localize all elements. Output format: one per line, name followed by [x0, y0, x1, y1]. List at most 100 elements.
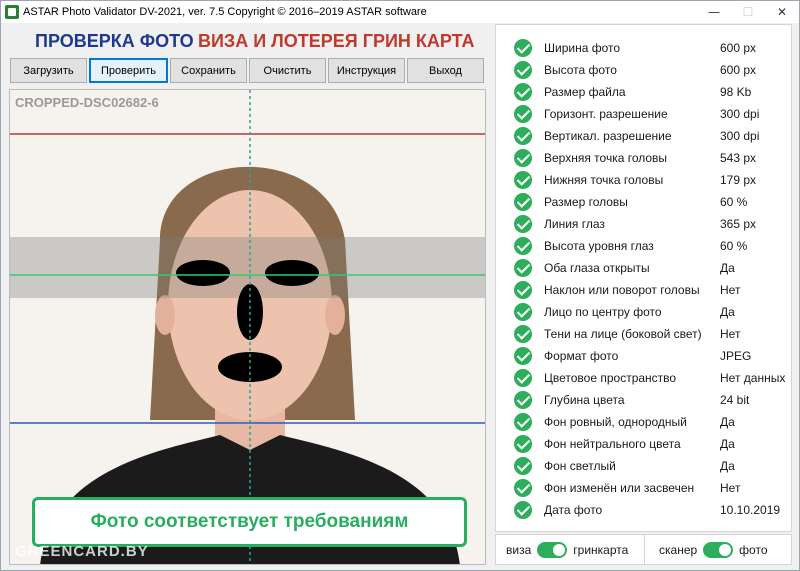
check-value: 60 % — [720, 239, 748, 253]
check-row: Вертикал. разрешение 300 dpi — [496, 125, 791, 147]
source-toggle-group: сканер фото — [645, 535, 768, 564]
check-value: Нет — [720, 481, 741, 495]
check-value: Нет — [720, 283, 741, 297]
check-row: Фон изменён или засвечен Нет — [496, 477, 791, 499]
check-value: 10.10.2019 — [720, 503, 781, 517]
check-circle-icon — [514, 171, 532, 189]
check-row: Горизонт. разрешение 300 dpi — [496, 103, 791, 125]
check-circle-icon — [514, 501, 532, 519]
check-circle-icon — [514, 479, 532, 497]
check-row: Линия глаз 365 px — [496, 213, 791, 235]
check-value: 60 % — [720, 195, 748, 209]
check-circle-icon — [514, 435, 532, 453]
check-label: Высота фото — [544, 63, 617, 77]
check-label: Наклон или поворот головы — [544, 283, 700, 297]
check-label: Цветовое пространство — [544, 371, 677, 385]
check-circle-icon — [514, 347, 532, 365]
source-toggle[interactable] — [703, 541, 734, 558]
check-circle-icon — [514, 83, 532, 101]
check-value: 98 Kb — [720, 85, 752, 99]
exit-button[interactable]: Выход — [407, 58, 484, 83]
check-label: Размер головы — [544, 195, 628, 209]
window-controls: — ☐ ✕ — [697, 1, 799, 23]
check-value: 600 px — [720, 41, 757, 55]
check-value: Да — [720, 437, 735, 451]
check-row: Формат фото JPEG — [496, 345, 791, 367]
save-button[interactable]: Сохранить — [170, 58, 247, 83]
instructions-button[interactable]: Инструкция — [328, 58, 405, 83]
check-circle-icon — [514, 325, 532, 343]
check-circle-icon — [514, 39, 532, 57]
close-button[interactable]: ✕ — [765, 1, 799, 23]
check-row: Фон нейтрального цвета Да — [496, 433, 791, 455]
page-title: ПРОВЕРКА ФОТО — [35, 31, 194, 51]
check-row: Лицо по центру фото Да — [496, 301, 791, 323]
check-label: Оба глаза открыты — [544, 261, 650, 275]
check-row: Наклон или поворот головы Нет — [496, 279, 791, 301]
check-label: Фон светлый — [544, 459, 616, 473]
check-circle-icon — [514, 259, 532, 277]
check-row: Размер головы 60 % — [496, 191, 791, 213]
check-row: Нижняя точка головы 179 px — [496, 169, 791, 191]
check-label: Тени на лице (боковой свет) — [544, 327, 702, 341]
check-value: 300 dpi — [720, 129, 760, 143]
clear-button[interactable]: Очистить — [249, 58, 326, 83]
check-row: Фон светлый Да — [496, 455, 791, 477]
check-label: Лицо по центру фото — [544, 305, 662, 319]
check-value: 600 px — [720, 63, 757, 77]
check-row: Глубина цвета 24 bit — [496, 389, 791, 411]
mode-right-label: гринкарта — [573, 542, 629, 557]
check-label: Дата фото — [544, 503, 603, 517]
check-row: Ширина фото 600 px — [496, 37, 791, 59]
check-value: 365 px — [720, 217, 757, 231]
check-label: Высота уровня глаз — [544, 239, 654, 253]
check-row: Размер файла 98 Kb — [496, 81, 791, 103]
check-label: Горизонт. разрешение — [544, 107, 668, 121]
check-row: Высота уровня глаз 60 % — [496, 235, 791, 257]
check-value: 300 dpi — [720, 107, 760, 121]
check-label: Фон изменён или засвечен — [544, 481, 695, 495]
checks-panel: Ширина фото 600 px Высота фото 600 px Разм… — [495, 24, 792, 532]
check-label: Нижняя точка головы — [544, 173, 664, 187]
check-value: 24 bit — [720, 393, 750, 407]
photo-preview[interactable]: CROPPED-DSC02682-6 Фото соответствует тр… — [9, 89, 486, 565]
check-circle-icon — [514, 61, 532, 79]
check-row: Высота фото 600 px — [496, 59, 791, 81]
page-subtitle: ВИЗА И ЛОТЕРЕЯ ГРИН КАРТА — [198, 31, 475, 51]
check-row: Тени на лице (боковой свет) Нет — [496, 323, 791, 345]
check-circle-icon — [514, 391, 532, 409]
check-row: Цветовое пространство Нет данных — [496, 367, 791, 389]
check-label: Глубина цвета — [544, 393, 625, 407]
app-window: ASTAR Photo Validator DV-2021, ver. 7.5 … — [0, 0, 800, 571]
mode-toggle[interactable] — [537, 541, 568, 558]
mode-toggle-group: виза гринкарта — [496, 535, 645, 564]
mode-left-label: виза — [506, 542, 532, 557]
check-row: Фон ровный, однородный Да — [496, 411, 791, 433]
watermark: GREENCARD.BY — [15, 543, 149, 560]
title-bar[interactable]: ASTAR Photo Validator DV-2021, ver. 7.5 … — [1, 1, 799, 23]
check-value: 543 px — [720, 151, 757, 165]
check-value: Да — [720, 459, 735, 473]
check-circle-icon — [514, 215, 532, 233]
check-label: Верхняя точка головы — [544, 151, 668, 165]
source-left-label: сканер — [659, 542, 698, 557]
check-value: Нет — [720, 327, 741, 341]
load-button[interactable]: Загрузить — [10, 58, 87, 83]
check-circle-icon — [514, 105, 532, 123]
check-circle-icon — [514, 149, 532, 167]
file-name: CROPPED-DSC02682-6 — [15, 95, 159, 110]
check-button[interactable]: Проверить — [89, 58, 168, 83]
check-value: Нет данных — [720, 371, 786, 385]
check-row: Оба глаза открыты Да — [496, 257, 791, 279]
minimize-button[interactable]: — — [697, 1, 731, 23]
check-circle-icon — [514, 237, 532, 255]
window-title: ASTAR Photo Validator DV-2021, ver. 7.5 … — [23, 6, 427, 18]
check-label: Ширина фото — [544, 41, 621, 55]
check-value: JPEG — [720, 349, 752, 363]
source-right-label: фото — [739, 542, 768, 557]
check-circle-icon — [514, 193, 532, 211]
check-value: Да — [720, 261, 735, 275]
check-label: Линия глаз — [544, 217, 605, 231]
check-circle-icon — [514, 369, 532, 387]
check-row: Верхняя точка головы 543 px — [496, 147, 791, 169]
